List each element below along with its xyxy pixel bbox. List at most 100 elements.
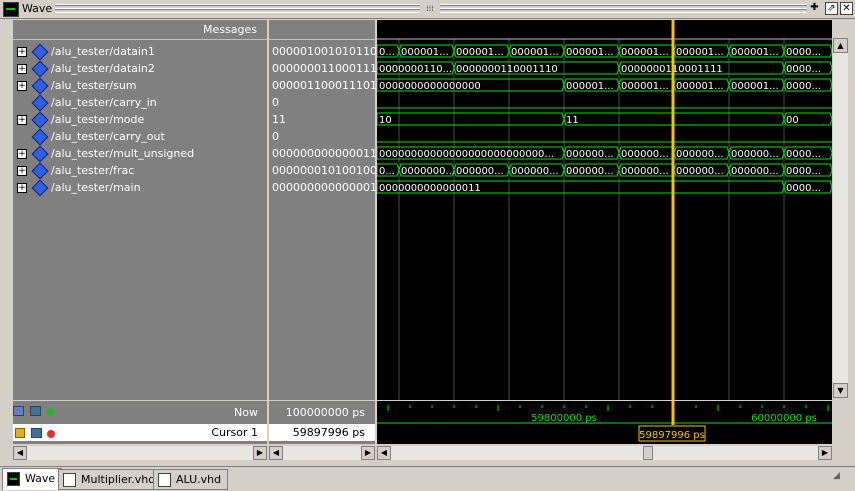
ruler-tick-label: 60000000 ps bbox=[751, 413, 817, 424]
bus-value-label: 000001... bbox=[456, 47, 504, 58]
bus-value-label: 000001... bbox=[676, 47, 724, 58]
expand-icon[interactable]: + bbox=[17, 115, 27, 125]
tab-label: Multiplier.vhd bbox=[81, 473, 156, 486]
bus-value-label: 00 bbox=[786, 115, 799, 126]
bus-value-label: 0000000... bbox=[401, 166, 455, 177]
bus-value-label: 11 bbox=[566, 115, 579, 126]
signal-diamond-icon bbox=[31, 179, 49, 197]
signal-row[interactable]: + /alu_tester/main bbox=[13, 179, 267, 197]
bus-value-label: 0000... bbox=[786, 183, 821, 194]
scroll-right-icon[interactable]: ▶ bbox=[361, 446, 375, 460]
signal-name-pane[interactable]: Messages + /alu_tester/datain1 + /alu_teste… bbox=[13, 20, 267, 400]
time-ruler-canvas[interactable]: 59800000 ps 60000000 ps 59897996 ps bbox=[377, 401, 832, 444]
signal-value: 0 bbox=[272, 96, 279, 109]
name-hscrollbar[interactable]: ◀ ▶ bbox=[13, 446, 267, 460]
signal-name: /alu_tester/carry_in bbox=[51, 96, 157, 109]
bus-value-label: 000001... bbox=[731, 81, 779, 92]
bus-value-label: 0000000000000011 bbox=[379, 183, 481, 194]
bus-value-label: 0000... bbox=[786, 166, 821, 177]
bus-value-label: 10 bbox=[379, 115, 392, 126]
scroll-down-icon[interactable]: ▼ bbox=[833, 383, 848, 398]
signal-row[interactable]: + /alu_tester/mode bbox=[13, 111, 267, 129]
signal-name: /alu_tester/datain1 bbox=[51, 45, 155, 58]
waveform-pane[interactable]: 0... 000001... 000001... 000001... 000001...… bbox=[377, 20, 832, 400]
resize-grip-icon[interactable]: ◢ bbox=[833, 471, 848, 486]
scroll-left-icon[interactable]: ◀ bbox=[269, 446, 283, 460]
scroll-up-icon[interactable]: ▲ bbox=[833, 38, 848, 53]
signal-row[interactable]: + /alu_tester/sum bbox=[13, 77, 267, 95]
expand-icon[interactable]: + bbox=[17, 47, 27, 57]
bus-value-label: 000001... bbox=[566, 81, 614, 92]
tab-wave[interactable]: Wave bbox=[2, 468, 63, 490]
tab-alu-vhd[interactable]: ALU.vhd bbox=[153, 469, 229, 490]
signal-name: /alu_tester/sum bbox=[51, 79, 137, 92]
scroll-left-icon[interactable]: ◀ bbox=[13, 446, 27, 460]
signal-name: /alu_tester/carry_out bbox=[51, 130, 165, 143]
signal-row[interactable]: /alu_tester/carry_in bbox=[13, 94, 267, 112]
bus-value-label: 0... bbox=[379, 166, 395, 177]
scroll-right-icon[interactable]: ▶ bbox=[253, 446, 267, 460]
signal-name: /alu_tester/mode bbox=[51, 113, 145, 126]
signal-value: 0000011000111010 bbox=[272, 79, 384, 92]
drag-handle-icon[interactable]: ⁞⁞⁞ bbox=[420, 3, 440, 14]
signal-row[interactable]: + /alu_tester/mult_unsigned bbox=[13, 145, 267, 163]
bus-value-label: 0000... bbox=[786, 149, 821, 160]
window-titlebar[interactable]: Wave ⁞⁞⁞ ✚ ⇗ ✕ bbox=[0, 0, 855, 19]
signal-value: 11 bbox=[272, 113, 286, 126]
header-divider bbox=[13, 39, 267, 40]
bus-value-label: 000000... bbox=[456, 166, 504, 177]
bus-value-label: 0000... bbox=[786, 47, 821, 58]
bus-value-label: 000001... bbox=[511, 47, 559, 58]
bus-value-label: 000000... bbox=[566, 149, 614, 160]
cursor-value[interactable]: 59897996 ps bbox=[269, 424, 365, 441]
close-icon[interactable]: ✕ bbox=[840, 2, 853, 15]
signal-diamond-icon bbox=[31, 162, 49, 180]
signal-name: /alu_tester/mult_unsigned bbox=[51, 147, 195, 160]
expand-icon[interactable]: + bbox=[17, 64, 27, 74]
window-title: Wave bbox=[22, 2, 53, 15]
expand-icon[interactable]: + bbox=[17, 183, 27, 193]
bus-value-label: 000000... bbox=[621, 166, 669, 177]
waveform-canvas[interactable]: 0... 000001... 000001... 000001... 000001...… bbox=[377, 20, 832, 400]
messages-header: Messages bbox=[203, 23, 257, 36]
expand-icon[interactable]: + bbox=[17, 81, 27, 91]
bus-value-label: 000001... bbox=[566, 47, 614, 58]
value-hscrollbar[interactable]: ◀ ▶ bbox=[269, 446, 375, 460]
scroll-left-icon[interactable]: ◀ bbox=[377, 446, 391, 460]
bus-value-label: 000000... bbox=[511, 166, 559, 177]
now-label: Now bbox=[234, 406, 258, 419]
vhdl-file-icon bbox=[158, 473, 171, 487]
bus-value-label: 000001... bbox=[401, 47, 449, 58]
signal-row[interactable]: /alu_tester/carry_out bbox=[13, 128, 267, 146]
bus-value-label: 000000... bbox=[731, 166, 779, 177]
scroll-thumb[interactable] bbox=[643, 446, 653, 460]
time-ruler[interactable]: 59800000 ps 60000000 ps 59897996 ps bbox=[377, 401, 832, 444]
cursor-label[interactable]: Cursor 1 bbox=[13, 424, 258, 441]
tab-label: Wave bbox=[25, 472, 56, 485]
wave-hscrollbar[interactable]: ◀ ▶ bbox=[377, 446, 832, 460]
wave-icon bbox=[7, 472, 20, 486]
scroll-right-icon[interactable]: ▶ bbox=[818, 446, 832, 460]
bus-value-label: 000001... bbox=[621, 81, 669, 92]
expand-icon[interactable]: + bbox=[17, 166, 27, 176]
tab-bar: Wave Multiplier.vhd ALU.vhd ◢ bbox=[0, 466, 855, 491]
signal-row[interactable]: + /alu_tester/frac bbox=[13, 162, 267, 180]
wave-window-icon bbox=[3, 2, 19, 17]
tab-multiplier-vhd[interactable]: Multiplier.vhd bbox=[58, 469, 163, 490]
signal-name: /alu_tester/main bbox=[51, 181, 141, 194]
signal-row[interactable]: + /alu_tester/datain1 bbox=[13, 43, 267, 61]
signal-diamond-icon bbox=[31, 94, 49, 112]
vertical-scrollbar[interactable]: ▲ ▼ bbox=[833, 38, 848, 398]
expand-icon[interactable]: + bbox=[17, 149, 27, 159]
bus-value-label: 0000000110001110 bbox=[456, 64, 558, 75]
undock-icon[interactable]: ⇗ bbox=[825, 2, 838, 15]
bus-value-label: 0000000000000000 bbox=[379, 81, 481, 92]
signal-value: 0000000110001111 bbox=[272, 62, 384, 75]
dock-icon[interactable]: ✚ bbox=[809, 2, 820, 13]
ruler-tick-label: 59800000 ps bbox=[531, 413, 597, 424]
signal-row[interactable]: + /alu_tester/datain2 bbox=[13, 60, 267, 78]
signal-value: 0000000000000011 bbox=[272, 181, 384, 194]
bus-value-label: 000000... bbox=[676, 149, 724, 160]
signal-value-pane[interactable]: 0000010010101101 0000000110001111 00000110… bbox=[269, 20, 391, 400]
wave-header bbox=[377, 20, 832, 39]
